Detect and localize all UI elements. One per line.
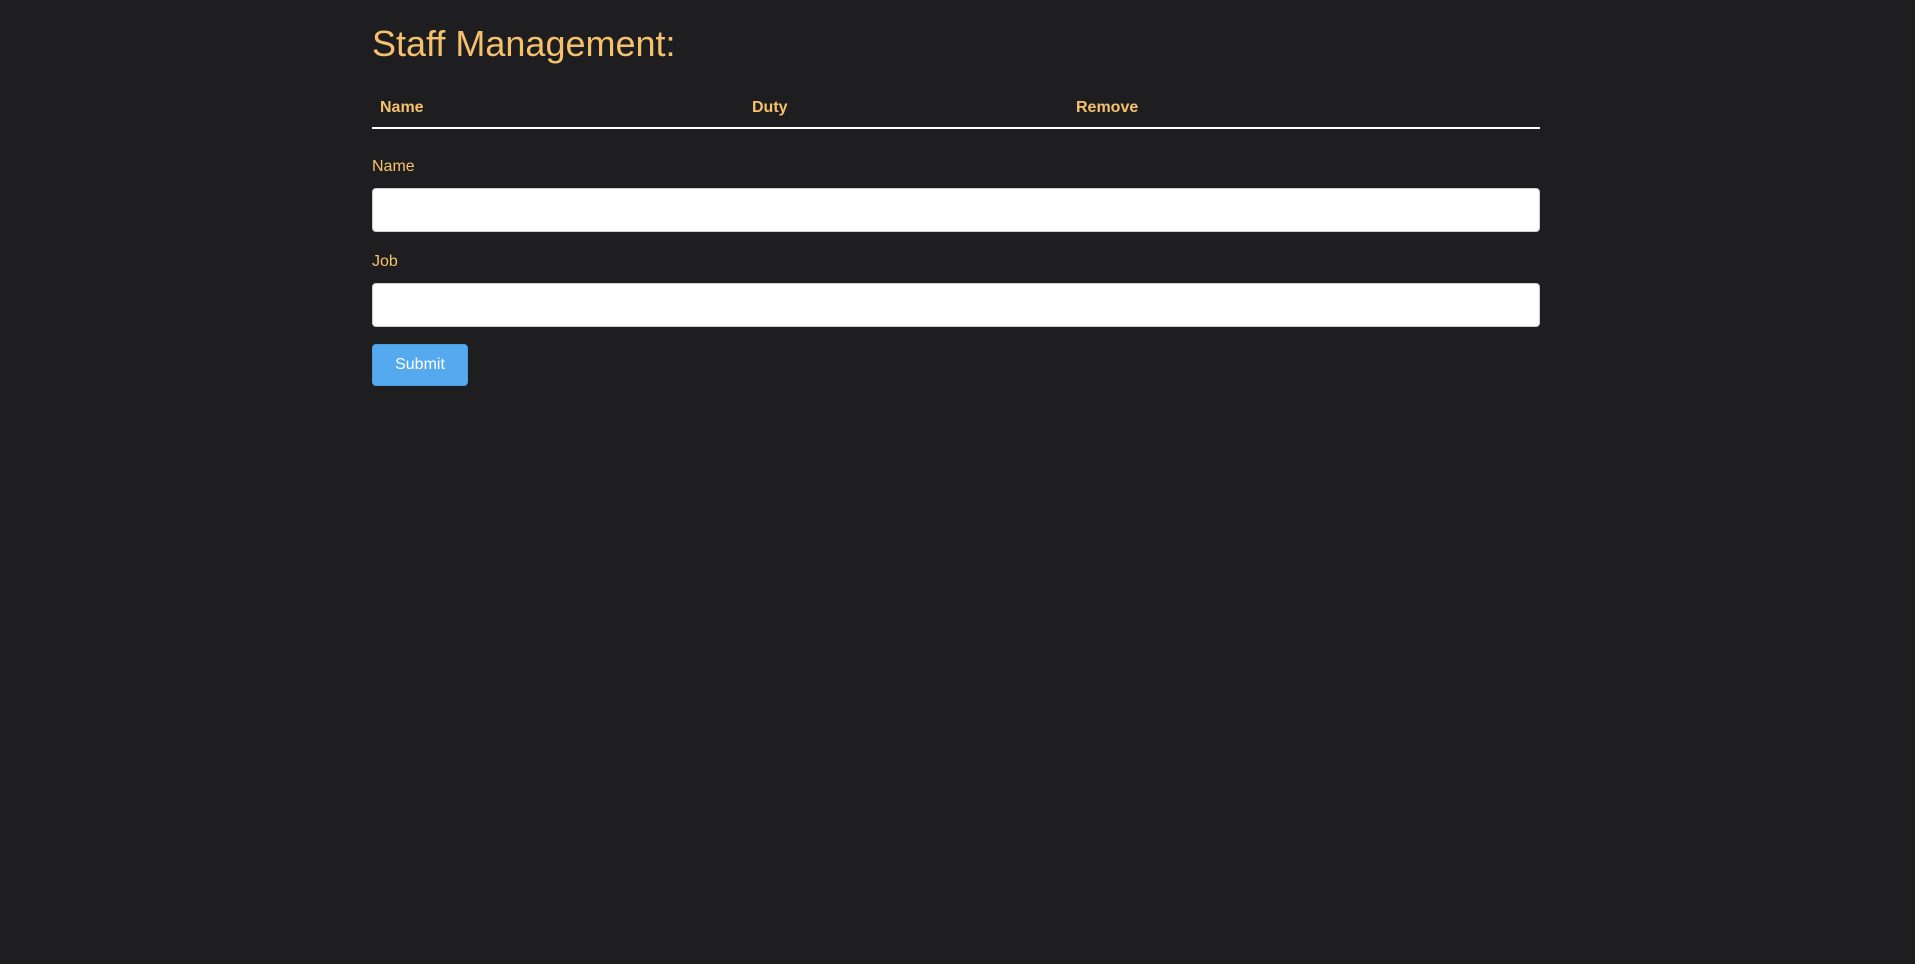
main-container: Staff Management: Name Duty Remove Name … — [372, 0, 1540, 386]
name-field-label: Name — [372, 158, 415, 175]
staff-table: Name Duty Remove — [372, 93, 1540, 129]
job-input[interactable] — [372, 283, 1540, 327]
column-header-duty: Duty — [744, 93, 1068, 129]
column-header-name: Name — [372, 93, 744, 129]
page-title: Staff Management: — [372, 23, 676, 64]
column-header-remove: Remove — [1068, 93, 1540, 129]
table-header-row: Name Duty Remove — [372, 93, 1540, 129]
job-field-label: Job — [372, 253, 398, 270]
name-input[interactable] — [372, 188, 1540, 232]
submit-button[interactable]: Submit — [372, 344, 468, 386]
add-staff-form: Name Job Submit — [372, 157, 1540, 386]
